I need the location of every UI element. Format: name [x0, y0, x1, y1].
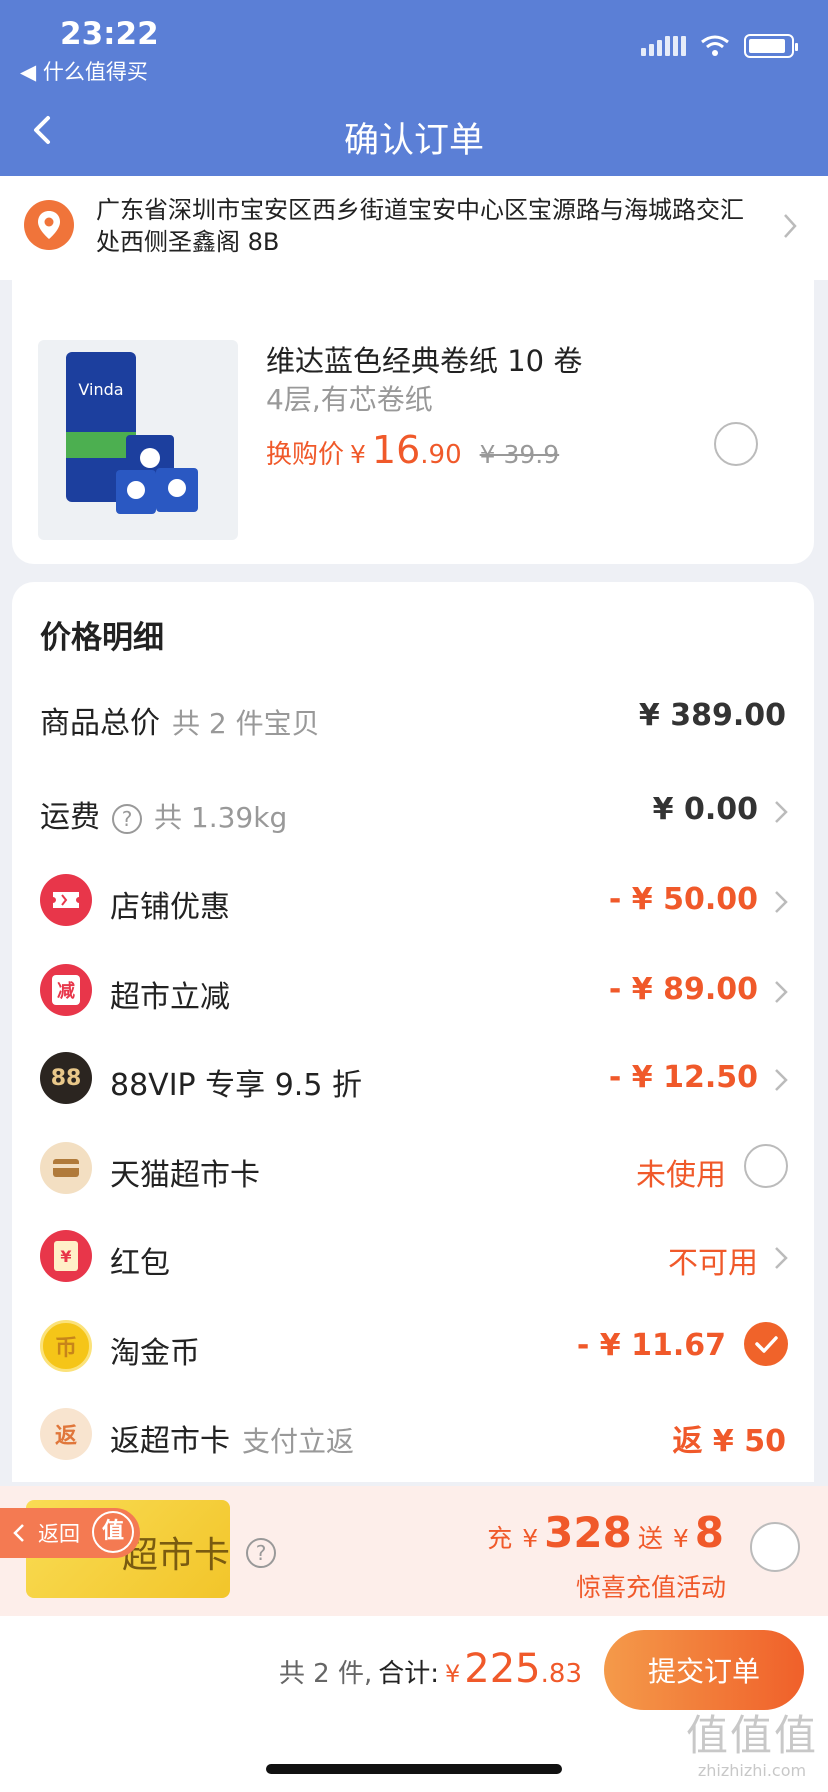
row-red-packet[interactable]: ¥ 红包 不可用	[12, 1226, 814, 1286]
submit-order-button[interactable]: 提交订单	[604, 1630, 804, 1710]
signal-icon	[641, 36, 686, 56]
status-icons	[641, 34, 798, 58]
red-packet-icon: ¥	[40, 1230, 92, 1282]
row-label: 天猫超市卡	[110, 1158, 260, 1193]
tmall-card-radio[interactable]	[744, 1144, 788, 1188]
row-value: - ¥ 50.00	[608, 882, 758, 917]
order-total: 共 2 件, 合计: ¥ 225 .83	[279, 1646, 582, 1692]
chevron-right-icon	[775, 1247, 788, 1269]
row-label: 店铺优惠	[110, 890, 230, 925]
row-sub: 共 2 件宝贝	[172, 707, 320, 740]
recharge-offer: 充 ¥ 328 送 ¥ 8	[487, 1508, 730, 1557]
row-sub: 支付立返	[242, 1425, 355, 1458]
watermark-url: zhizhizhi.com	[697, 1761, 807, 1780]
row-value: ¥ 389.00	[638, 698, 786, 733]
vip88-icon: 88	[40, 1052, 92, 1104]
battery-icon	[744, 34, 798, 58]
row-goods-total: 商品总价共 2 件宝贝 ¥ 389.00	[12, 686, 814, 746]
floating-back-button[interactable]: 返回 值	[0, 1508, 140, 1558]
row-tmall-card[interactable]: 天猫超市卡 未使用	[12, 1138, 814, 1198]
total-label: 合计:	[378, 1659, 439, 1689]
addon-product-card: Vinda 维达蓝色经典卷纸 10 卷 4层,有芯卷纸 换购价 ¥ 16 .90…	[12, 278, 814, 564]
row-value: - ¥ 12.50	[608, 1060, 758, 1095]
chevron-right-icon	[775, 981, 788, 1003]
product-image: Vinda	[38, 340, 238, 540]
row-label: 商品总价	[40, 706, 160, 741]
product-price: 换购价 ¥ 16 .90 ¥ 39.9	[266, 428, 559, 472]
recharge-prefix: 充	[487, 1524, 513, 1553]
product-name: 维达蓝色经典卷纸 10 卷	[266, 344, 583, 378]
price-integer: 16	[371, 428, 421, 472]
checkout-footer: 共 2 件, 合计: ¥ 225 .83 提交订单 值值值 zhizhizhi.…	[0, 1616, 828, 1792]
app-header: 23:22 ◀ 什么值得买 确认订单	[0, 0, 828, 176]
watermark-text: 值值值	[685, 1711, 818, 1760]
gift-amount: 8	[694, 1508, 724, 1557]
chevron-right-icon	[775, 1069, 788, 1091]
recharge-promo-bar: 超市卡 ? 返回 值 充 ¥ 328 送 ¥ 8 惊喜充值活动	[0, 1486, 828, 1616]
row-value: 不可用	[668, 1246, 758, 1281]
address-bar[interactable]: 广东省深圳市宝安区西乡街道宝安中心区宝源路与海城路交汇处西侧圣鑫阁 8B	[0, 176, 828, 280]
total-integer: 225	[464, 1646, 541, 1692]
price-detail-title: 价格明细	[40, 620, 164, 656]
page-title: 确认订单	[343, 121, 484, 161]
price-decimal: .90	[420, 440, 462, 470]
floating-back-label: 返回	[38, 1522, 80, 1546]
home-indicator	[266, 1764, 562, 1774]
row-shop-discount[interactable]: 店铺优惠 - ¥ 50.00	[12, 870, 814, 930]
row-value: 未使用	[636, 1158, 726, 1193]
row-rebate-card: 返 返超市卡 支付立返 返 ¥ 50	[12, 1404, 814, 1464]
item-count: 共 2 件,	[278, 1659, 373, 1689]
row-value: 返 ¥ 50	[672, 1424, 786, 1459]
row-label: 返超市卡	[110, 1424, 230, 1459]
product-select-radio[interactable]	[714, 422, 758, 466]
status-time: 23:22	[60, 16, 159, 52]
row-label: 运费	[40, 800, 100, 835]
rebate-icon: 返	[40, 1408, 92, 1460]
original-price: ¥ 39.9	[479, 440, 560, 469]
row-value: - ¥ 11.67	[576, 1328, 726, 1363]
recharge-subtitle: 惊喜充值活动	[575, 1573, 726, 1602]
svg-text:Vinda: Vinda	[78, 380, 123, 399]
row-value: ¥ 0.00	[652, 792, 758, 827]
row-taojinbi[interactable]: 币 淘金币 - ¥ 11.67	[12, 1316, 814, 1376]
product-spec: 4层,有芯卷纸	[266, 383, 433, 416]
total-yen: ¥	[445, 1660, 461, 1688]
price-label: 换购价	[266, 440, 345, 470]
taojinbi-checkbox[interactable]	[744, 1322, 788, 1366]
address-text: 广东省深圳市宝安区西乡街道宝安中心区宝源路与海城路交汇处西侧圣鑫阁 8B	[96, 196, 744, 256]
zhi-badge-icon: 值	[92, 1511, 134, 1553]
coupon-icon	[40, 874, 92, 926]
total-decimal: .83	[540, 1659, 582, 1689]
row-label: 88VIP 专享 9.5 折	[110, 1068, 362, 1103]
back-to-app-link[interactable]: ◀ 什么值得买	[20, 56, 148, 86]
chevron-right-icon	[784, 214, 797, 238]
recharge-select-radio[interactable]	[750, 1522, 800, 1572]
location-pin-icon	[24, 200, 74, 250]
recharge-amount: 328	[544, 1508, 632, 1557]
row-value: - ¥ 89.00	[608, 972, 758, 1007]
row-label: 淘金币	[110, 1336, 200, 1371]
recharge-yen: ¥	[522, 1524, 539, 1553]
chevron-right-icon	[775, 891, 788, 913]
gift-yen: ¥	[672, 1524, 689, 1553]
card-icon	[40, 1142, 92, 1194]
chevron-left-icon	[13, 1524, 24, 1542]
watermark-logo: 值值值 zhizhizhi.com	[686, 1702, 818, 1780]
row-shipping[interactable]: 运费? 共 1.39kg ¥ 0.00	[12, 780, 814, 840]
help-icon[interactable]: ?	[112, 803, 142, 834]
help-icon[interactable]: ?	[246, 1538, 276, 1568]
row-88vip[interactable]: 88 88VIP 专享 9.5 折 - ¥ 12.50	[12, 1048, 814, 1108]
chevron-right-icon	[775, 801, 788, 823]
price-detail-card: 价格明细 商品总价共 2 件宝贝 ¥ 389.00 运费? 共 1.39kg ¥ …	[12, 582, 814, 1482]
gift-prefix: 送	[637, 1524, 663, 1553]
reduce-icon: 减	[40, 964, 92, 1016]
row-label: 红包	[110, 1246, 170, 1281]
gold-coin-icon: 币	[40, 1320, 92, 1372]
price-yen: ¥	[350, 440, 366, 469]
row-label: 超市立减	[110, 980, 230, 1015]
row-sub: 共 1.39kg	[154, 801, 288, 834]
row-market-discount[interactable]: 减 超市立减 - ¥ 89.00	[12, 960, 814, 1020]
wifi-icon	[701, 35, 729, 56]
